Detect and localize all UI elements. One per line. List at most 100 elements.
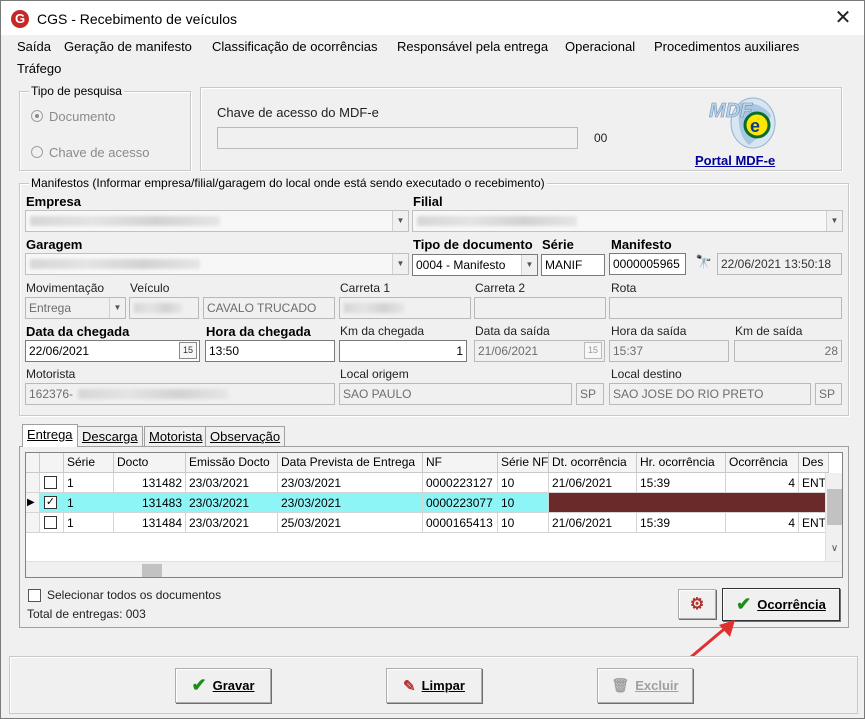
binoculars-icon[interactable]: 🔭	[694, 254, 714, 274]
data-saida-value: 21/06/2021	[478, 344, 539, 358]
movimentacao-select[interactable]: Entrega ▼	[25, 297, 126, 319]
check-icon: ✔	[191, 675, 207, 695]
data-chegada-input[interactable]: 22/06/2021 15	[25, 340, 200, 362]
menu-trafego[interactable]: Tráfego	[17, 61, 61, 76]
local-destino-input: SAO JOSE DO RIO PRETO	[609, 383, 811, 405]
tab-entrega[interactable]: Entrega	[22, 424, 78, 447]
cell-emissao: 23/03/2021	[186, 513, 278, 533]
data-chegada-label: Data da chegada	[26, 324, 130, 339]
gravar-button[interactable]: ✔ Gravar	[175, 668, 271, 703]
portal-mdfe-link[interactable]: Portal MDF-e	[695, 153, 775, 168]
entregas-grid[interactable]: Série Docto Emissão Docto Data Prevista …	[25, 452, 843, 578]
grid-header-dt-ocorrencia[interactable]: Dt. ocorrência	[549, 453, 637, 473]
manifesto-input[interactable]: 0000005965	[609, 253, 686, 275]
tab-observacao-label: Observação	[210, 429, 281, 444]
cell-hr-ocorrencia: 15:39	[637, 473, 726, 493]
mdfe-chave-input[interactable]	[217, 127, 578, 149]
carreta1-label: Carreta 1	[340, 281, 391, 295]
grid-header-hr-ocorrencia[interactable]: Hr. ocorrência	[637, 453, 726, 473]
serie-label: Série	[542, 237, 574, 252]
chevron-down-icon: ▼	[392, 254, 408, 274]
gears-icon: ⚙	[689, 596, 705, 613]
window-title: CGS - Recebimento de veículos	[37, 11, 237, 27]
row-checkbox[interactable]	[44, 516, 57, 529]
radio-chave-acesso[interactable]	[31, 146, 43, 158]
menu-saida[interactable]: Saída	[17, 39, 51, 54]
menu-classificacao-ocorrencias[interactable]: Classificação de ocorrências	[212, 39, 377, 54]
mdfe-suffix: 00	[594, 131, 608, 145]
calendar-icon: 15	[584, 342, 602, 359]
menu-geracao-manifesto[interactable]: Geração de manifesto	[64, 39, 192, 54]
local-destino-label: Local destino	[611, 367, 682, 381]
tab-descarga[interactable]: Descarga	[77, 426, 143, 446]
empresa-select[interactable]: ▼	[25, 210, 409, 232]
km-chegada-input[interactable]: 1	[339, 340, 467, 362]
filial-select[interactable]: ▼	[412, 210, 843, 232]
close-button[interactable]: ✕	[829, 5, 857, 31]
km-saida-input: 28	[734, 340, 842, 362]
menu-responsavel-entrega[interactable]: Responsável pela entrega	[397, 39, 548, 54]
grid-header-prevista[interactable]: Data Prevista de Entrega	[278, 453, 423, 473]
chevron-down-icon[interactable]: ∨	[826, 543, 842, 559]
radio-documento[interactable]	[31, 110, 43, 122]
tab-motorista[interactable]: Motorista	[144, 426, 208, 446]
grid-header-docto[interactable]: Docto	[114, 453, 186, 473]
data-chegada-value: 22/06/2021	[29, 344, 90, 358]
manifesto-datetime: 22/06/2021 13:50:18	[717, 253, 842, 275]
cell-nf: 0000223127	[423, 473, 498, 493]
carreta2-input	[474, 297, 606, 319]
gravar-button-label: Gravar	[212, 678, 255, 693]
cell-prevista: 23/03/2021	[278, 473, 423, 493]
serie-input[interactable]: MANIF	[541, 254, 605, 276]
cell-serie-nf: 10	[498, 493, 549, 513]
tab-motorista-label: Motorista	[149, 429, 203, 444]
grid-header-nf[interactable]: NF	[423, 453, 498, 473]
vertical-scrollbar[interactable]: ∨	[825, 473, 842, 561]
tab-observacao[interactable]: Observação	[205, 426, 286, 446]
grid-header-des[interactable]: Des	[799, 453, 829, 473]
title-bar: G CGS - Recebimento de veículos ✕	[1, 1, 864, 35]
select-all-checkbox[interactable]	[28, 589, 41, 602]
km-chegada-label: Km da chegada	[340, 324, 425, 338]
movimentacao-label: Movimentação	[26, 281, 105, 295]
vertical-scroll-thumb[interactable]	[827, 489, 842, 525]
local-origem-label: Local origem	[340, 367, 409, 381]
cell-serie-nf: 10	[498, 473, 549, 493]
menu-procedimentos-auxiliares[interactable]: Procedimentos auxiliares	[654, 39, 799, 54]
grid-header-ocorrencia[interactable]: Ocorrência	[726, 453, 799, 473]
rota-label: Rota	[611, 281, 637, 295]
cell-docto: 131484	[114, 513, 186, 533]
row-checkbox[interactable]	[44, 476, 57, 489]
trash-icon: 🗑	[611, 677, 630, 693]
app-logo-icon: G	[11, 10, 29, 28]
manifestos-legend: Manifestos (Informar empresa/filial/gara…	[29, 176, 547, 190]
local-destino-uf: SP	[815, 383, 842, 405]
grid-header-serie-nf[interactable]: Série NF	[498, 453, 549, 473]
motorista-input: 162376-	[25, 383, 335, 405]
cell-ocorrencia: 4	[726, 513, 799, 533]
cell-docto: 131482	[114, 473, 186, 493]
excluir-button[interactable]: 🗑 Excluir	[597, 668, 693, 703]
cell-docto: 131483	[114, 493, 186, 513]
tipo-documento-select[interactable]: 0004 - Manifesto ▼	[412, 254, 538, 276]
horizontal-scroll-thumb[interactable]	[142, 564, 162, 577]
menu-operacional[interactable]: Operacional	[565, 39, 635, 54]
grid-header-serie[interactable]: Série	[64, 453, 114, 473]
cell-serie-nf: 10	[498, 513, 549, 533]
manifesto-label: Manifesto	[611, 237, 672, 252]
grid-header-check	[40, 453, 64, 473]
cell-serie: 1	[64, 513, 114, 533]
cell-hr-ocorrencia: 15:39	[637, 513, 726, 533]
tab-entrega-label: Entrega	[27, 427, 73, 442]
limpar-button[interactable]: ✎ Limpar	[386, 668, 482, 703]
horizontal-scrollbar[interactable]	[26, 561, 842, 577]
grid-header-emissao[interactable]: Emissão Docto	[186, 453, 278, 473]
local-origem-input: SAO PAULO	[339, 383, 572, 405]
garagem-select[interactable]: ▼	[25, 253, 409, 275]
data-saida-label: Data da saída	[475, 324, 550, 338]
movimentacao-value: Entrega	[29, 301, 72, 315]
row-checkbox-checked[interactable]: ✓	[44, 496, 57, 509]
data-saida-input: 21/06/2021 15	[474, 340, 605, 362]
hora-chegada-input[interactable]: 13:50	[205, 340, 335, 362]
calendar-icon[interactable]: 15	[179, 342, 197, 359]
